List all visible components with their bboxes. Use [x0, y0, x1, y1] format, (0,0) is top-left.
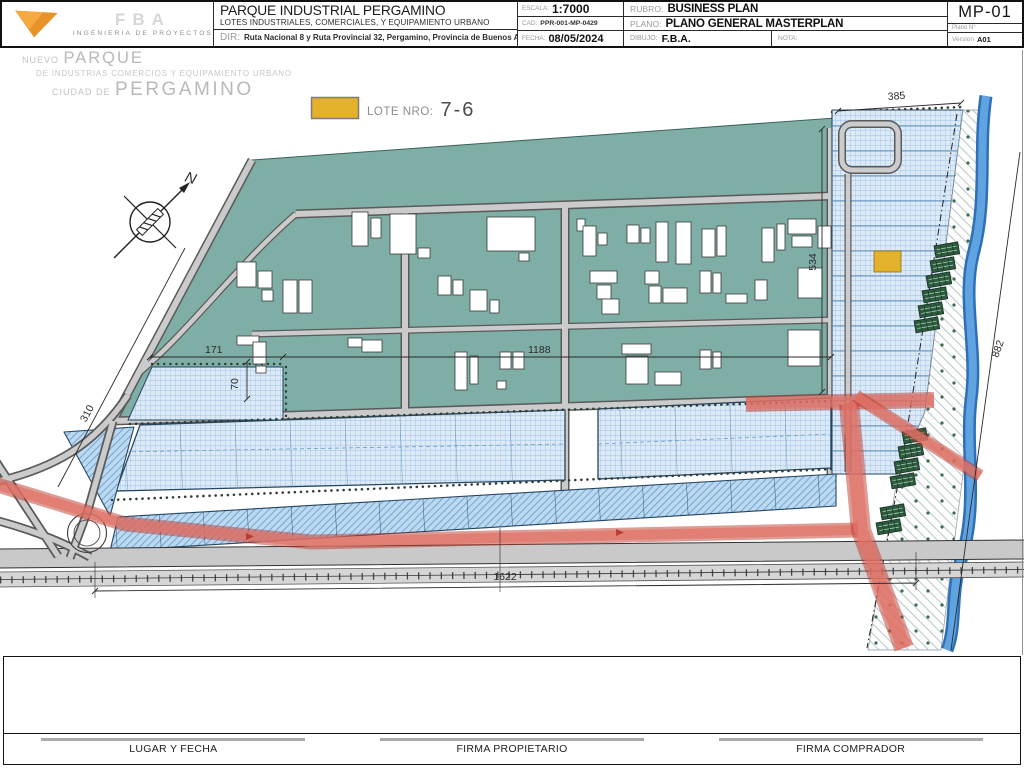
signature-label-place-date: LUGAR Y FECHA [129, 743, 218, 755]
signature-label-buyer: FIRMA COMPRADOR [796, 743, 906, 755]
plan-block: RUBRO: BUSINESS PLAN PLANO: PLANO GENERA… [624, 2, 948, 46]
dim-385: 385 [887, 90, 905, 103]
cad-value: PPR-001-MP-0429 [540, 20, 598, 27]
watermark-line-2: DE INDUSTRIAS COMERCIOS Y EQUIPAMIENTO U… [36, 68, 292, 78]
brand-tagline: INGENIERIA DE PROYECTOS [72, 30, 213, 37]
dim-1622: 1622 [493, 571, 517, 583]
watermark: NUEVO PARQUE DE INDUSTRIAS COMERCIOS Y E… [22, 49, 292, 101]
signature-blank-area [4, 657, 1020, 733]
rubro-value: BUSINESS PLAN [667, 2, 759, 15]
dir-label: DIR: [220, 32, 240, 44]
signature-line [718, 738, 983, 741]
escala-label: ESCALA: [522, 5, 549, 13]
dibujo-value: F.B.A. [661, 32, 691, 45]
dim-70: 70 [229, 378, 241, 390]
dim-310: 310 [78, 403, 97, 424]
signature-label-owner: FIRMA PROPIETARIO [456, 743, 568, 755]
sheet-block: MP-01 Plano N° Version A01 [948, 2, 1022, 46]
north-label: N [183, 169, 199, 189]
highlighted-lot-7-6 [873, 250, 902, 273]
signature-line [41, 738, 306, 741]
nota-label: NOTA: [778, 35, 798, 43]
sheet-number-label: Plano N° [948, 24, 1022, 33]
company-logo-icon [15, 10, 58, 38]
legend-label: LOTE NRO: [367, 106, 434, 118]
dim-1188: 1188 [528, 344, 551, 356]
watermark-big-1: PARQUE [63, 49, 144, 67]
signature-line [379, 738, 645, 741]
signature-slot-place-date: LUGAR Y FECHA [4, 734, 343, 764]
project-subtitle: LOTES INDUSTRIALES, COMERCIALES, Y EQUIP… [220, 17, 490, 27]
masterplan-sheet: 171 1188 70 310 385 534 882 1622 N FBA I… [0, 0, 1024, 768]
dim-882: 882 [990, 339, 1007, 360]
cad-label: CAD: [522, 20, 538, 27]
plano-value: PLANO GENERAL MASTERPLAN [665, 17, 844, 30]
title-block: FBA INGENIERIA DE PROYECTOS PARQUE INDUS… [0, 0, 1024, 48]
project-title: PARQUE INDUSTRIAL PERGAMINO [220, 2, 446, 18]
signature-slot-owner: FIRMA PROPIETARIO [343, 734, 682, 764]
dibujo-label: DIBUJO: [630, 35, 658, 43]
logo-block: FBA INGENIERIA DE PROYECTOS [2, 2, 214, 46]
escala-value: 1:7000 [552, 2, 590, 16]
version-label: Version [952, 36, 974, 43]
plano-label: PLANO: [630, 18, 662, 29]
legend-swatch [310, 96, 360, 120]
version-value: A01 [977, 35, 991, 44]
signature-slot-buyer: FIRMA COMPRADOR [681, 734, 1020, 764]
dim-534: 534 [807, 253, 819, 271]
watermark-big-3: PERGAMINO [114, 79, 254, 101]
site-plan-drawing: 171 1188 70 310 385 534 882 1622 N [0, 50, 1024, 655]
rubro-label: RUBRO: [630, 3, 664, 14]
brand-name: FBA [114, 10, 171, 29]
signature-box: LUGAR Y FECHA FIRMA PROPIETARIO FIRMA CO… [3, 656, 1021, 765]
legend-value: 7-6 [440, 99, 476, 121]
project-block: PARQUE INDUSTRIAL PERGAMINO LOTES INDUST… [214, 2, 518, 46]
fecha-value: 08/05/2024 [548, 32, 604, 45]
dir-value: Ruta Nacional 8 y Ruta Provincial 32, Pe… [244, 33, 517, 43]
sheet-code: MP-01 [948, 2, 1022, 24]
lot-legend: LOTE NRO: 7-6 [310, 96, 475, 120]
meta-block: ESCALA: 1:7000 CAD: PPR-001-MP-0429 FECH… [518, 2, 624, 46]
watermark-prefix-3: CIUDAD DE [52, 87, 111, 98]
watermark-prefix-1: NUEVO [22, 55, 60, 65]
north-arrow-icon: N [113, 169, 199, 259]
dim-171: 171 [205, 344, 223, 356]
fecha-label: FECHA: [522, 35, 546, 43]
